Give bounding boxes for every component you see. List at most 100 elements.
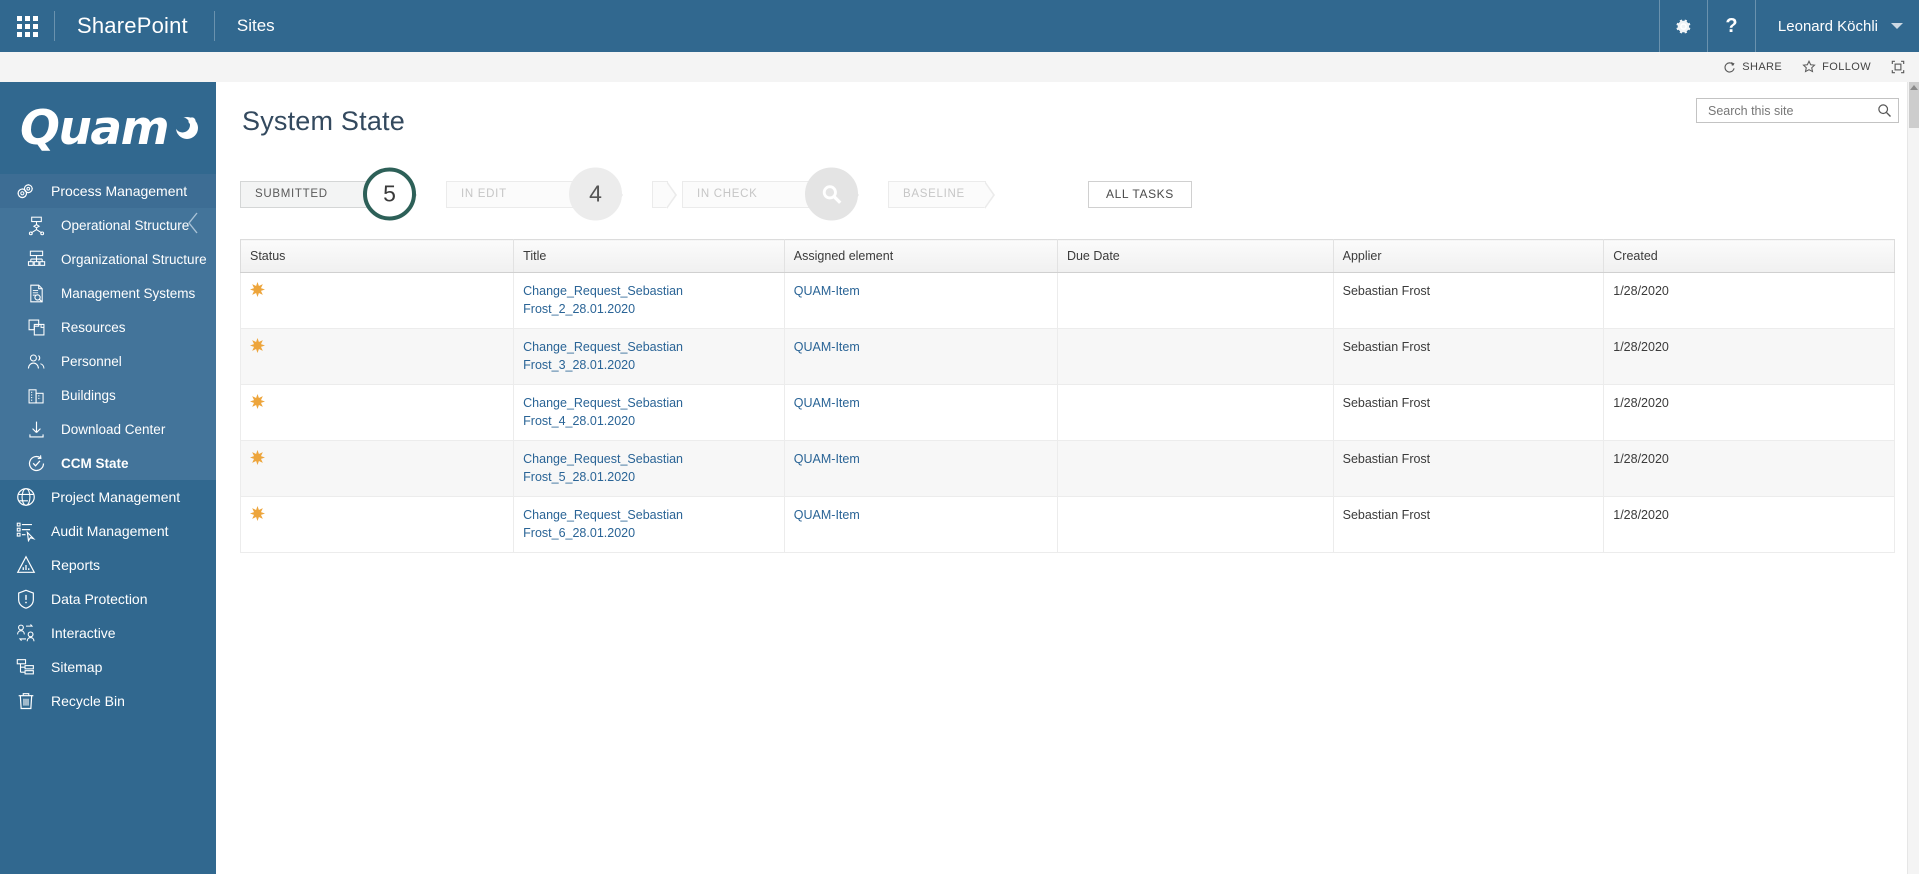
personnel-icon bbox=[24, 349, 48, 373]
cell-created: 1/28/2020 bbox=[1603, 384, 1895, 441]
column-header-assigned-element[interactable]: Assigned element bbox=[784, 239, 1058, 273]
task-title-link[interactable]: Change_Request_Sebastian Frost_4_28.01.2… bbox=[523, 396, 683, 428]
sidebar-item-label: Process Management bbox=[51, 183, 188, 199]
workflow-stage-in-check[interactable]: IN CHECK bbox=[682, 167, 859, 221]
sidebar-collapse-button[interactable] bbox=[184, 210, 204, 234]
assigned-element-link[interactable]: QUAM-Item bbox=[794, 508, 860, 522]
cell-status bbox=[239, 328, 515, 385]
task-title-link[interactable]: Change_Request_Sebastian Frost_6_28.01.2… bbox=[523, 508, 683, 540]
sharepoint-brand-link[interactable]: SharePoint bbox=[55, 0, 214, 52]
site-search-box[interactable] bbox=[1696, 98, 1899, 123]
column-header-status[interactable]: Status bbox=[239, 239, 515, 273]
table-row[interactable]: Change_Request_Sebastian Frost_5_28.01.2… bbox=[239, 440, 1895, 497]
sidebar-item-data-protection[interactable]: Data Protection bbox=[0, 582, 216, 616]
focus-on-content-icon bbox=[1891, 60, 1905, 74]
shield-icon bbox=[14, 587, 38, 611]
cell-assigned-element: QUAM-Item bbox=[784, 272, 1058, 329]
table-row[interactable]: Change_Request_Sebastian Frost_4_28.01.2… bbox=[239, 384, 1895, 441]
audit-checklist-icon bbox=[14, 519, 38, 543]
nav-group-bottom: Project Management Audit Management Repo… bbox=[0, 480, 216, 718]
search-icon bbox=[822, 184, 841, 204]
assigned-element-link[interactable]: QUAM-Item bbox=[794, 284, 860, 298]
sidebar-item-buildings[interactable]: Buildings bbox=[0, 378, 216, 412]
sidebar-item-resources[interactable]: Resources bbox=[0, 310, 216, 344]
task-title-link[interactable]: Change_Request_Sebastian Frost_5_28.01.2… bbox=[523, 452, 683, 484]
workflow-stage-count-value: 4 bbox=[589, 180, 602, 207]
cell-applier: Sebastian Frost bbox=[1333, 272, 1605, 329]
sidebar-item-label: Operational Structure bbox=[61, 217, 190, 233]
sidebar-item-sitemap[interactable]: Sitemap bbox=[0, 650, 216, 684]
assigned-element-link[interactable]: QUAM-Item bbox=[794, 452, 860, 466]
sidebar-item-process-management[interactable]: Process Management bbox=[0, 174, 216, 208]
column-header-due-date[interactable]: Due Date bbox=[1057, 239, 1334, 273]
quam-logo[interactable]: Quam bbox=[0, 82, 216, 174]
sidebar-item-interactive[interactable]: Interactive bbox=[0, 616, 216, 650]
organizational-structure-icon bbox=[24, 247, 48, 271]
sidebar-item-project-management[interactable]: Project Management bbox=[0, 480, 216, 514]
search-icon[interactable] bbox=[1877, 103, 1892, 118]
sidebar-item-recycle-bin[interactable]: Recycle Bin bbox=[0, 684, 216, 718]
suite-bar-right-group: ? Leonard Köchli bbox=[1658, 0, 1919, 52]
workflow-stage-baseline[interactable]: BASELINE bbox=[888, 180, 995, 209]
settings-button[interactable] bbox=[1658, 0, 1707, 52]
page-scrollbar[interactable] bbox=[1907, 82, 1919, 874]
sidebar-item-reports[interactable]: Reports bbox=[0, 548, 216, 582]
sidebar-item-label: Buildings bbox=[61, 387, 116, 403]
new-item-star-icon bbox=[250, 450, 265, 465]
workflow-stage-in-edit[interactable]: IN EDIT 4 bbox=[446, 167, 623, 221]
table-row[interactable]: Change_Request_Sebastian Frost_6_28.01.2… bbox=[239, 496, 1895, 553]
cell-title: Change_Request_Sebastian Frost_5_28.01.2… bbox=[513, 440, 785, 497]
table-row[interactable]: Change_Request_Sebastian Frost_2_28.01.2… bbox=[239, 272, 1895, 329]
page-title: System State bbox=[242, 106, 405, 136]
task-title-link[interactable]: Change_Request_Sebastian Frost_2_28.01.2… bbox=[523, 284, 683, 316]
focus-on-content-button[interactable] bbox=[1891, 60, 1905, 74]
interactive-users-icon bbox=[14, 621, 38, 645]
sidebar-item-ccm-state[interactable]: CCM State bbox=[0, 446, 216, 480]
left-navigation-sidebar: Quam Process Management Operational Stru… bbox=[0, 82, 216, 874]
cell-created: 1/28/2020 bbox=[1603, 328, 1895, 385]
cell-assigned-element: QUAM-Item bbox=[784, 328, 1058, 385]
sites-link[interactable]: Sites bbox=[215, 0, 293, 52]
workflow-stage-submitted-count[interactable]: 5 bbox=[363, 167, 416, 221]
cell-created: 1/28/2020 bbox=[1603, 272, 1895, 329]
column-header-created[interactable]: Created bbox=[1603, 239, 1895, 273]
quam-dot-icon bbox=[172, 111, 202, 146]
sidebar-item-management-systems[interactable]: Management Systems bbox=[0, 276, 216, 310]
cell-title: Change_Request_Sebastian Frost_6_28.01.2… bbox=[513, 496, 785, 553]
sidebar-item-download-center[interactable]: Download Center bbox=[0, 412, 216, 446]
workflow-stage-gap bbox=[652, 180, 677, 209]
share-button[interactable]: SHARE bbox=[1723, 61, 1782, 74]
all-tasks-button[interactable]: ALL TASKS bbox=[1088, 180, 1192, 208]
chevron-down-icon bbox=[1891, 23, 1903, 29]
cell-status bbox=[239, 440, 515, 497]
scroll-up-arrow-icon[interactable] bbox=[1910, 85, 1918, 90]
task-title-link[interactable]: Change_Request_Sebastian Frost_3_28.01.2… bbox=[523, 340, 683, 372]
assigned-element-link[interactable]: QUAM-Item bbox=[794, 340, 860, 354]
cell-assigned-element: QUAM-Item bbox=[784, 384, 1058, 441]
follow-button[interactable]: FOLLOW bbox=[1802, 60, 1871, 74]
workflow-stage-submitted[interactable]: SUBMITTED 5 bbox=[240, 167, 417, 221]
search-input[interactable] bbox=[1706, 102, 1877, 119]
cell-assigned-element: QUAM-Item bbox=[784, 496, 1058, 553]
help-button[interactable]: ? bbox=[1706, 0, 1755, 52]
gears-icon bbox=[14, 179, 38, 203]
assigned-element-link[interactable]: QUAM-Item bbox=[794, 396, 860, 410]
app-launcher-button[interactable] bbox=[0, 0, 54, 52]
table-row[interactable]: Change_Request_Sebastian Frost_3_28.01.2… bbox=[239, 328, 1895, 385]
sitemap-icon bbox=[14, 655, 38, 679]
reports-chart-icon bbox=[14, 553, 38, 577]
new-item-star-icon bbox=[250, 506, 265, 521]
user-menu-button[interactable]: Leonard Köchli bbox=[1754, 0, 1919, 52]
buildings-icon bbox=[24, 383, 48, 407]
sidebar-item-organizational-structure[interactable]: Organizational Structure bbox=[0, 242, 216, 276]
gear-icon bbox=[1676, 18, 1691, 34]
workflow-stage-in-check-search[interactable] bbox=[805, 167, 858, 221]
sidebar-item-personnel[interactable]: Personnel bbox=[0, 344, 216, 378]
column-header-applier[interactable]: Applier bbox=[1333, 239, 1605, 273]
workflow-stage-in-edit-count[interactable]: 4 bbox=[569, 167, 622, 221]
new-item-star-icon bbox=[250, 450, 265, 470]
column-header-title[interactable]: Title bbox=[513, 239, 785, 273]
sidebar-item-audit-management[interactable]: Audit Management bbox=[0, 514, 216, 548]
workflow-stage-baseline-chevron[interactable]: BASELINE bbox=[888, 180, 995, 209]
user-name-label: Leonard Köchli bbox=[1777, 17, 1878, 35]
